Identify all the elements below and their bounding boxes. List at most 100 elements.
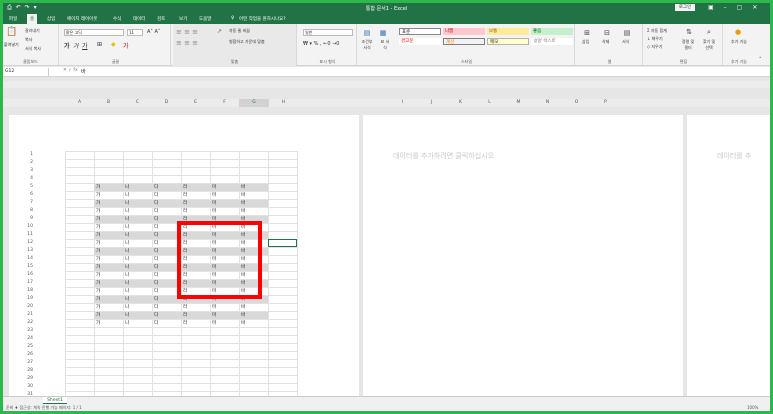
column-header[interactable]: J — [417, 99, 446, 107]
table-cell[interactable]: 나 — [123, 192, 152, 199]
table-cell[interactable]: 가 — [94, 256, 123, 263]
number-format-select[interactable]: 일반 — [303, 29, 353, 36]
column-header[interactable]: I — [388, 99, 417, 107]
table-cell[interactable]: 라 — [181, 208, 210, 215]
table-cell[interactable]: 마 — [210, 312, 239, 319]
row-header[interactable]: 7 — [17, 199, 33, 207]
style-calculation[interactable]: 계산 — [443, 38, 485, 45]
conditional-format-button[interactable]: 조건부 서식 — [361, 39, 373, 51]
formula-input[interactable]: 바 — [81, 68, 86, 75]
sort-filter-icon[interactable]: ⇅ — [685, 28, 693, 36]
table-cell[interactable]: 라 — [181, 320, 210, 327]
column-header[interactable]: O — [562, 99, 591, 107]
zoom-level[interactable]: 100% — [747, 404, 758, 411]
table-cell[interactable]: 바 — [239, 312, 268, 319]
table-cell[interactable]: 나 — [123, 232, 152, 239]
table-format-button[interactable]: 표 서식 — [379, 39, 391, 51]
tab-help[interactable]: 도움말 — [199, 16, 211, 22]
table-cell[interactable]: 가 — [94, 280, 123, 287]
table-cell[interactable]: 바 — [239, 320, 268, 327]
row-header[interactable]: 12 — [17, 239, 33, 247]
table-cell[interactable]: 가 — [94, 208, 123, 215]
row-header[interactable]: 4 — [17, 175, 33, 183]
table-cell[interactable]: 나 — [123, 208, 152, 215]
column-header-selected[interactable]: G — [239, 99, 269, 107]
row-header[interactable]: 26 — [17, 351, 33, 359]
paste-icon[interactable]: 📋 — [6, 28, 17, 38]
format-painter-button[interactable]: 서식 복사 — [25, 46, 41, 52]
table-cell[interactable]: 마 — [210, 200, 239, 207]
row-header[interactable]: 15 — [17, 263, 33, 271]
autosum-button[interactable]: Σ 자동 합계 — [647, 28, 667, 34]
format-cells-icon[interactable]: ▤ — [623, 29, 631, 37]
column-header[interactable]: K — [446, 99, 475, 107]
table-cell[interactable]: 나 — [123, 240, 152, 247]
row-header[interactable]: 9 — [17, 215, 33, 223]
name-box[interactable]: G12 — [5, 68, 49, 76]
table-cell[interactable]: 바 — [239, 208, 268, 215]
row-header[interactable]: 25 — [17, 343, 33, 351]
row-header[interactable]: 24 — [17, 335, 33, 343]
table-cell[interactable]: 나 — [123, 224, 152, 231]
table-cell[interactable]: 바 — [239, 304, 268, 311]
table-cell[interactable]: 다 — [152, 200, 181, 207]
format-cells-button[interactable]: 서식 — [622, 39, 629, 45]
insert-cells-icon[interactable]: ⊞ — [583, 29, 591, 37]
table-cell[interactable]: 라 — [181, 304, 210, 311]
tab-formulas[interactable]: 수식 — [113, 16, 121, 22]
table-cell[interactable]: 가 — [94, 192, 123, 199]
table-cell[interactable]: 나 — [123, 264, 152, 271]
row-header[interactable]: 22 — [17, 319, 33, 327]
table-cell[interactable]: 다 — [152, 184, 181, 191]
column-header[interactable]: C — [123, 99, 152, 107]
page-2[interactable]: 데이터를 추가하려면 클릭하십시오 — [363, 115, 683, 397]
table-cell[interactable]: 라 — [181, 312, 210, 319]
table-cell[interactable]: 바 — [239, 200, 268, 207]
delete-cells-button[interactable]: 삭제 — [602, 39, 609, 45]
tab-home[interactable]: 홈 — [27, 14, 38, 24]
login-button[interactable]: 로그인 — [675, 4, 695, 11]
orientation-icon[interactable]: ↗ — [217, 28, 222, 35]
column-header[interactable]: D — [152, 99, 181, 107]
table-cell[interactable]: 나 — [123, 272, 152, 279]
style-normal[interactable]: 표준 — [399, 28, 441, 35]
align-left-icons[interactable]: ≡ ≡ ≡ — [176, 39, 198, 47]
table-cell[interactable]: 가 — [94, 296, 123, 303]
table-cell[interactable]: 마 — [210, 208, 239, 215]
active-cell[interactable] — [268, 239, 297, 247]
table-cell[interactable]: 가 — [94, 288, 123, 295]
table-cell[interactable]: 마 — [210, 184, 239, 191]
row-header[interactable]: 21 — [17, 311, 33, 319]
cut-button[interactable]: 잘라내기 — [25, 28, 40, 34]
table-cell[interactable]: 나 — [123, 288, 152, 295]
row-header[interactable]: 6 — [17, 191, 33, 199]
row-header[interactable]: 16 — [17, 271, 33, 279]
paste-button[interactable]: 붙여넣기 — [4, 42, 19, 48]
insert-cells-button[interactable]: 삽입 — [582, 39, 589, 45]
merge-center-button[interactable]: 병합하고 가운데 맞춤 — [229, 39, 265, 45]
row-header[interactable]: 1 — [17, 151, 33, 159]
tab-view[interactable]: 보기 — [179, 16, 187, 22]
style-warning[interactable]: 경고문 — [399, 38, 441, 45]
table-cell[interactable]: 다 — [152, 192, 181, 199]
column-header[interactable]: F — [210, 99, 239, 107]
page-3[interactable]: 데이터를 추 — [687, 115, 770, 397]
row-header[interactable]: 11 — [17, 231, 33, 239]
currency-percent-icons[interactable]: ₩ ▾ % , ←0 →0 — [303, 41, 339, 47]
style-explanatory[interactable]: 설명 텍스트 — [531, 38, 573, 45]
fill-button[interactable]: ↓ 채우기 — [647, 36, 663, 42]
table-cell[interactable]: 나 — [123, 280, 152, 287]
table-cell[interactable]: 마 — [210, 320, 239, 327]
table-format-icon[interactable]: ▦ — [379, 29, 387, 37]
row-header[interactable]: 17 — [17, 279, 33, 287]
tab-file[interactable]: 파일 — [9, 16, 17, 22]
row-header[interactable]: 13 — [17, 247, 33, 255]
style-neutral[interactable]: 보통 — [487, 28, 529, 35]
table-cell[interactable]: 마 — [210, 304, 239, 311]
addins-icon[interactable]: ● — [734, 28, 742, 36]
table-cell[interactable]: 마 — [210, 192, 239, 199]
table-cell[interactable]: 가 — [94, 216, 123, 223]
delete-cells-icon[interactable]: ⊟ — [603, 29, 611, 37]
table-cell[interactable]: 나 — [123, 304, 152, 311]
style-note[interactable]: 메모 — [487, 38, 529, 45]
